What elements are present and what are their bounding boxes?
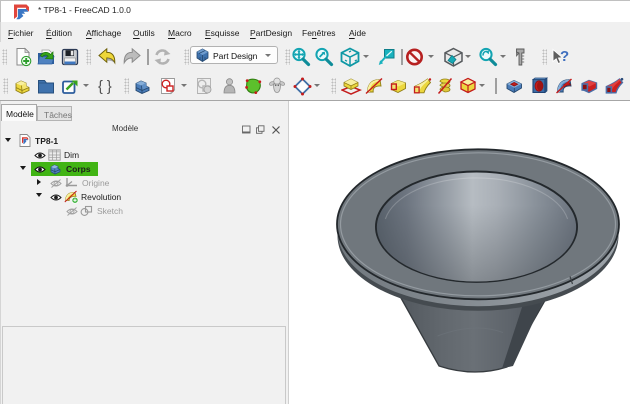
svg-text:?: ? <box>560 48 569 65</box>
